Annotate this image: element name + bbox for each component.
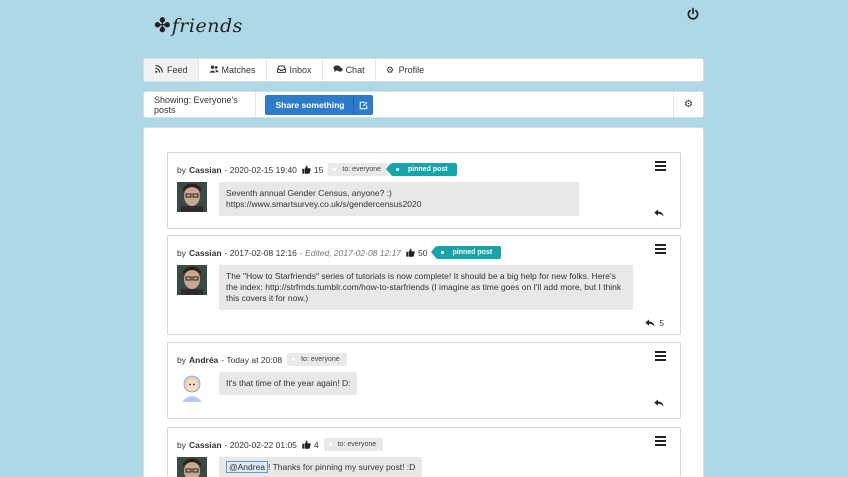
power-icon[interactable] bbox=[686, 7, 700, 21]
mention-link[interactable]: @Andrea bbox=[226, 461, 269, 473]
tab-inbox-label: Inbox bbox=[289, 65, 312, 75]
post-author[interactable]: Andréa bbox=[189, 355, 218, 365]
post-text: The "How to Starfriends" series of tutor… bbox=[219, 265, 633, 310]
post-by: by bbox=[177, 439, 186, 450]
showing-label: Showing: Everyone's posts bbox=[154, 94, 238, 115]
post-author[interactable]: Cassian bbox=[189, 440, 222, 450]
thumbs-up-icon bbox=[406, 248, 415, 257]
audience-badge: to: everyone bbox=[287, 353, 347, 366]
feed-post: by Cassian - 2017-02-08 12:16 - Edited, … bbox=[167, 235, 681, 335]
reply-icon bbox=[654, 399, 664, 407]
reply-button[interactable] bbox=[654, 399, 664, 407]
post-header: by Cassian - 2017-02-08 12:16 - Edited, … bbox=[177, 246, 502, 259]
tab-feed-label: Feed bbox=[167, 65, 188, 75]
reply-count: 5 bbox=[659, 318, 664, 328]
app-logo[interactable]: ✤ friends bbox=[154, 10, 243, 42]
inbox-icon bbox=[276, 65, 286, 75]
feed-post: by Andréa - Today at 20:08 to: everyone … bbox=[167, 342, 681, 419]
tab-chat[interactable]: Chat bbox=[323, 59, 376, 81]
rss-icon bbox=[154, 65, 163, 75]
post-date: - Today at 20:08 bbox=[221, 354, 283, 365]
gear-icon: ⚙ bbox=[386, 64, 395, 75]
share-something-button[interactable]: Share something bbox=[265, 95, 373, 115]
like-button[interactable]: 15 bbox=[302, 165, 323, 175]
users-icon bbox=[208, 65, 219, 75]
thumbs-up-icon bbox=[302, 440, 311, 449]
pinned-badge: pinned post bbox=[385, 163, 457, 176]
share-label: Share something bbox=[275, 100, 345, 110]
like-count: 15 bbox=[313, 164, 324, 175]
post-header: by Cassian - 2020-02-15 19:40 15 to: eve… bbox=[177, 163, 457, 176]
like-button[interactable]: 50 bbox=[406, 247, 428, 258]
tab-chat-label: Chat bbox=[345, 65, 365, 75]
post-text: It's that time of the year again! D: bbox=[219, 372, 358, 395]
post-date: - 2020-02-15 19:40 bbox=[224, 164, 297, 175]
avatar[interactable] bbox=[177, 265, 207, 295]
post-header: by Andréa - Today at 20:08 to: everyone bbox=[177, 353, 347, 366]
chat-icon bbox=[332, 65, 343, 75]
logo-text: friends bbox=[171, 15, 243, 37]
post-menu-icon[interactable] bbox=[655, 351, 666, 361]
avatar[interactable] bbox=[177, 372, 207, 402]
edit-icon bbox=[353, 95, 373, 115]
pinned-badge: pinned post bbox=[430, 246, 502, 259]
post-text-body: ! Thanks for pinning my survey post! :D bbox=[268, 462, 416, 472]
filter-showing[interactable]: Showing: Everyone's posts bbox=[144, 92, 256, 117]
post-author[interactable]: Cassian bbox=[189, 165, 222, 175]
audience-badge: to: everyone bbox=[323, 438, 384, 451]
gear-icon: ⚙ bbox=[684, 99, 693, 110]
reply-button[interactable] bbox=[654, 209, 664, 217]
tab-profile-label: Profile bbox=[398, 65, 425, 75]
tab-profile[interactable]: ⚙ Profile bbox=[376, 59, 435, 81]
post-text: @Andrea! Thanks for pinning my survey po… bbox=[219, 457, 423, 477]
like-count: 4 bbox=[313, 439, 319, 450]
avatar[interactable] bbox=[177, 182, 207, 212]
post-author[interactable]: Cassian bbox=[189, 248, 222, 258]
post-menu-icon[interactable] bbox=[655, 436, 666, 446]
feed-toolbar: Showing: Everyone's posts Share somethin… bbox=[143, 91, 704, 118]
post-edited: - Edited, 2017-02-08 12:17 bbox=[299, 247, 402, 258]
tab-matches[interactable]: Matches bbox=[199, 59, 267, 81]
audience-badge: to: everyone bbox=[328, 163, 388, 176]
feed-settings-button[interactable]: ⚙ bbox=[673, 92, 703, 117]
post-menu-icon[interactable] bbox=[655, 244, 666, 254]
post-by: by bbox=[177, 354, 186, 365]
avatar[interactable] bbox=[177, 457, 207, 477]
post-menu-icon[interactable] bbox=[655, 161, 666, 171]
feed-post: by Cassian - 2020-02-15 19:40 15 to: eve… bbox=[167, 152, 681, 229]
reply-button[interactable]: 5 bbox=[645, 318, 664, 328]
reply-icon bbox=[645, 319, 655, 327]
post-by: by bbox=[177, 247, 186, 258]
clover-icon: ✤ bbox=[154, 15, 171, 37]
reply-icon bbox=[654, 209, 664, 217]
tab-matches-label: Matches bbox=[221, 65, 256, 75]
thumbs-up-icon bbox=[302, 165, 311, 174]
feed-post: by Cassian - 2020-02-22 01:05 4 to: ever… bbox=[167, 427, 681, 477]
post-text: Seventh annual Gender Census, anyone? :)… bbox=[219, 182, 579, 216]
post-date: - 2020-02-22 01:05 bbox=[224, 439, 297, 450]
main-nav: Feed Matches Inbox Chat ⚙ Profile bbox=[143, 58, 704, 82]
post-header: by Cassian - 2020-02-22 01:05 4 to: ever… bbox=[177, 438, 384, 451]
post-by: by bbox=[177, 164, 186, 175]
tab-inbox[interactable]: Inbox bbox=[267, 59, 323, 81]
like-count: 50 bbox=[418, 247, 428, 258]
like-button[interactable]: 4 bbox=[302, 440, 319, 450]
tab-feed[interactable]: Feed bbox=[144, 59, 199, 81]
post-date: - 2017-02-08 12:16 bbox=[224, 247, 297, 258]
